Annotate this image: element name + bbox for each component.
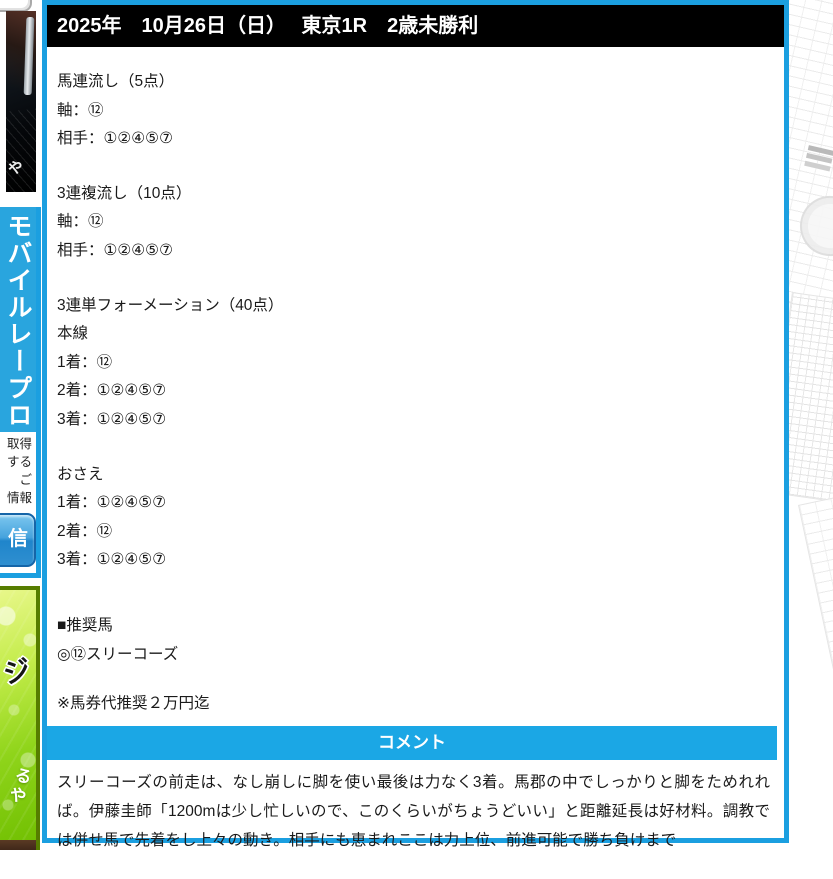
tip-section-sanrentan: 3連単フォーメーション（40点） 本線 1着：⑫ 2着：①②④⑤⑦ 3着：①②④… (47, 292, 784, 435)
newspaper-clipping-bottom (798, 467, 833, 879)
axis-line: 軸：⑫ (57, 213, 104, 231)
green-banner-bottom-strip (0, 840, 36, 850)
recommended-horse-line: ◎⑫スリーコーズ (57, 645, 179, 663)
mobile-info-text: 取得 する ご 情報 (0, 432, 36, 509)
partners-line: 相手：①②④⑤⑦ (57, 241, 173, 259)
background-newspaper-collage (721, 0, 833, 879)
betting-tips: 馬連流し（5点） 軸：⑫ 相手：①②④⑤⑦ 3連複流し（10点） 軸：⑫ 相手：… (47, 47, 784, 719)
section-title: 3連単フォーメーション（40点） (57, 296, 284, 314)
second-place-line: 2着：①②④⑤⑦ (57, 382, 167, 400)
info-fragment: ご (19, 473, 32, 487)
comment-bar[interactable]: コメント (47, 725, 777, 760)
section-title: 3連複流し（10点） (57, 184, 192, 202)
second-place-line: 2着：⑫ (57, 522, 113, 540)
tip-section-budget-note: ※馬券代推奨２万円迄 (47, 690, 784, 719)
axis-line: 軸：⑫ (57, 101, 104, 119)
tip-section-sanrenpuku: 3連複流し（10点） 軸：⑫ 相手：①②④⑤⑦ (47, 180, 784, 266)
phone-in-photo (23, 16, 35, 96)
tip-section-recommended-horse: ■推奨馬 ◎⑫スリーコーズ (47, 612, 784, 669)
comment-paragraph: スリーコーズの前走は、なし崩しに脚を使い最後は力なく3着。馬郡の中でしっかりと脚… (57, 773, 770, 849)
sidebar-mobile-raceproof-widget[interactable]: モバイルレープロ 取得 する ご 情報 信 (0, 207, 41, 578)
third-place-line: 3着：①②④⑤⑦ (57, 551, 167, 569)
third-place-line: 3着：①②④⑤⑦ (57, 410, 167, 428)
race-header-bar: 2025年 10月26日（日） 東京1R 2歳未勝利 (47, 5, 784, 47)
green-banner-text-fragment: るや (3, 764, 34, 808)
info-fragment: する (6, 455, 32, 469)
info-fragment: 取得 (6, 437, 32, 451)
section-title: 馬連流し（5点） (57, 73, 175, 90)
tip-section-umaren: 馬連流し（5点） 軸：⑫ 相手：①②④⑤⑦ (47, 68, 784, 154)
main-line-label: 本線 (57, 325, 89, 343)
section-title: ■推奨馬 (57, 616, 113, 634)
tip-section-osae: おさえ 1着：①②④⑤⑦ 2着：⑫ 3着：①②④⑤⑦ (47, 461, 784, 575)
green-banner-glyph: ジ (0, 654, 34, 690)
section-title: おさえ (57, 465, 104, 483)
first-place-line: 1着：⑫ (57, 353, 113, 371)
budget-note-line: ※馬券代推奨２万円迄 (57, 695, 210, 713)
first-place-line: 1着：①②④⑤⑦ (57, 494, 167, 512)
mobile-banner-vertical-text: モバイルレープロ (0, 207, 36, 432)
sidebar-photo-banner[interactable]: や (6, 11, 36, 192)
partners-line: 相手：①②④⑤⑦ (57, 130, 173, 148)
info-fragment: 情報 (6, 491, 32, 505)
sidebar-green-ad-banner[interactable]: ジ るや (0, 586, 40, 850)
race-tips-panel: 2025年 10月26日（日） 東京1R 2歳未勝利 馬連流し（5点） 軸：⑫ … (42, 0, 789, 849)
send-button[interactable]: 信 (0, 513, 36, 567)
